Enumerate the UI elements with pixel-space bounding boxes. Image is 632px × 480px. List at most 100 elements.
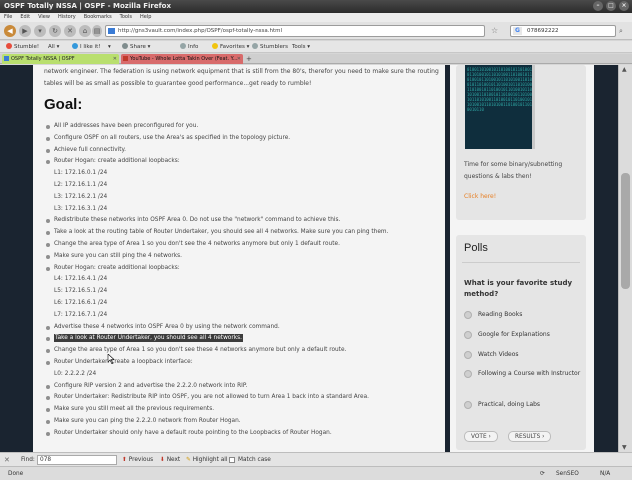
goal-item: Configure RIP version 2 and advertise th… <box>46 381 441 393</box>
search-go-icon[interactable]: ⌕ <box>619 27 623 36</box>
find-next-button[interactable]: ⬇ Next <box>160 453 180 467</box>
bookmarks-icon[interactable]: ▤ <box>92 25 102 37</box>
sidebar: 0100110100101101001011010010110100101101… <box>450 65 594 452</box>
radio-button[interactable] <box>464 401 472 409</box>
google-search-icon[interactable]: G <box>513 27 522 35</box>
forward-icon[interactable]: ▶ <box>19 25 31 37</box>
goal-item: Take a look at the routing table of Rout… <box>46 227 441 239</box>
goal-subitem: L0: 2.2.2.2 /24 <box>54 370 97 377</box>
share-icon <box>122 43 128 49</box>
match-case-label: Match case <box>238 457 271 463</box>
back-icon[interactable]: ◀ <box>4 25 16 37</box>
radio-button[interactable] <box>464 331 472 339</box>
book-cover-image[interactable]: 0100110100101101001011010010110100101101… <box>465 65 535 149</box>
vote-button[interactable]: VOTE › <box>464 431 498 442</box>
menu-history[interactable]: History <box>58 13 76 22</box>
info-button[interactable]: Info <box>180 41 198 53</box>
selected-text: Take a look at Router Undertaker, you sh… <box>54 334 243 343</box>
dislike-dropdown[interactable]: ▾ <box>108 41 111 53</box>
mouse-cursor-icon <box>107 354 115 364</box>
na-label: N/A <box>600 471 611 477</box>
goal-subitem: L7: 172.16.7.1 /24 <box>54 311 108 318</box>
all-dropdown[interactable]: All ▾ <box>48 41 59 53</box>
stumble-icon <box>6 43 12 49</box>
arrow-up-icon: ⬆ <box>122 457 127 463</box>
poll-option[interactable]: Following a Course with Instructor <box>464 368 582 379</box>
search-value: 078692222 <box>527 28 559 34</box>
find-bar: ✕ Find: 078 ⬆ Previous ⬇ Next ✎ Highligh… <box>0 452 632 466</box>
click-here-link[interactable]: Click here! <box>464 193 496 200</box>
goal-item: Make sure you still meet all the previou… <box>46 404 441 416</box>
poll-option[interactable]: Google for Explanations <box>464 329 582 340</box>
tab-ospf[interactable]: OSPF Totally NSSA | OSPF ✕ <box>2 54 119 64</box>
poll-question: What is your favorite study method? <box>464 279 573 298</box>
favorites-icon <box>212 43 218 49</box>
goal-item: Redistribute these networks into OSPF Ar… <box>46 215 441 227</box>
poll-option[interactable]: Watch Videos <box>464 349 582 360</box>
radio-button[interactable] <box>464 311 472 319</box>
bookmark-star-icon[interactable]: ☆ <box>491 26 498 35</box>
results-button[interactable]: RESULTS › <box>508 431 552 442</box>
article-content: network engineer. The federation is usin… <box>33 65 445 452</box>
sync-icon[interactable]: ⟳ <box>540 467 545 480</box>
stumblers-icon <box>252 43 258 49</box>
minimize-button[interactable]: – <box>593 1 603 11</box>
highlight-all-button[interactable]: ✎ Highlight all <box>186 453 228 467</box>
polls-divider <box>462 262 580 263</box>
favorites-button[interactable]: Favorites ▾ <box>212 41 249 53</box>
page-viewport: network engineer. The federation is usin… <box>0 65 618 452</box>
new-tab-icon[interactable]: + <box>246 54 252 64</box>
poll-option[interactable]: Practical, doing Labs <box>464 399 582 410</box>
arrow-down-icon: ⬇ <box>160 457 165 463</box>
stumble-button[interactable]: Stumble! <box>6 41 39 53</box>
scrollbar-thumb[interactable] <box>621 173 630 289</box>
window-title: OSPF Totally NSSA | OSPF - Mozilla Firef… <box>4 2 171 10</box>
stop-icon[interactable]: ✕ <box>64 25 76 37</box>
menu-bookmarks[interactable]: Bookmarks <box>84 13 112 22</box>
search-input[interactable]: G 078692222 <box>510 25 616 37</box>
scroll-down-icon[interactable]: ▼ <box>622 444 627 451</box>
tab-youtube[interactable]: YouTube - Whole Lotta Takin Over (Feat. … <box>121 54 243 64</box>
goal-item: Advertise these 4 networks into OSPF Are… <box>46 322 441 334</box>
tab-strip: OSPF Totally NSSA | OSPF ✕ YouTube - Who… <box>0 54 632 64</box>
match-case-checkbox[interactable] <box>229 457 235 463</box>
goal-item: Change the area type of Area 1 so you do… <box>46 345 441 357</box>
menu-help[interactable]: Help <box>140 13 151 22</box>
status-text: Done <box>8 471 24 477</box>
page-scrollbar[interactable]: ▲ ▼ <box>618 65 632 452</box>
favicon-icon <box>108 28 115 34</box>
goal-item: Configure OSPF on all routers, use the A… <box>46 133 441 145</box>
menu-file[interactable]: File <box>4 13 12 22</box>
close-window-button[interactable]: × <box>619 1 629 11</box>
maximize-button[interactable]: □ <box>606 1 616 11</box>
reload-icon[interactable]: ↻ <box>49 25 61 37</box>
tools-dropdown[interactable]: Tools ▾ <box>292 41 310 53</box>
share-button[interactable]: Share ▾ <box>122 41 150 53</box>
goal-item: Router Undertaker should only have a def… <box>46 428 441 440</box>
menu-edit[interactable]: Edit <box>20 13 30 22</box>
home-icon[interactable]: ⌂ <box>79 25 91 37</box>
find-input[interactable]: 078 <box>37 455 117 465</box>
close-tab-icon[interactable]: ✕ <box>237 54 241 64</box>
radio-button[interactable] <box>464 351 472 359</box>
radio-button[interactable] <box>464 370 472 378</box>
close-tab-icon[interactable]: ✕ <box>113 54 117 64</box>
stumblers-button[interactable]: Stumblers <box>252 41 288 53</box>
senseo-label[interactable]: SenSEO <box>556 467 579 480</box>
polls-widget: Polls What is your favorite study method… <box>456 235 586 450</box>
dropdown-icon[interactable]: ▾ <box>34 25 46 37</box>
stumbleupon-toolbar: Stumble! All ▾ I like it! ▾ Share ▾ Info… <box>0 41 632 53</box>
menu-tools[interactable]: Tools <box>120 13 132 22</box>
goal-item: Make sure you can ping the 2.2.2.0 netwo… <box>46 416 441 428</box>
youtube-favicon-icon <box>123 56 128 61</box>
menu-view[interactable]: View <box>38 13 50 22</box>
scroll-up-icon[interactable]: ▲ <box>622 66 627 73</box>
url-bar[interactable]: http://gns3vault.com/index.php/OSPF/ospf… <box>105 25 485 37</box>
goal-item: Router Undertaker: create a loopback int… <box>46 357 441 369</box>
poll-option[interactable]: Reading Books <box>464 309 582 320</box>
like-button[interactable]: I like it! <box>72 41 100 53</box>
goal-subitem: L4: 172.16.4.1 /24 <box>54 276 108 283</box>
close-find-icon[interactable]: ✕ <box>4 453 10 467</box>
find-previous-button[interactable]: ⬆ Previous <box>122 453 153 467</box>
find-label: Find: <box>21 457 35 463</box>
